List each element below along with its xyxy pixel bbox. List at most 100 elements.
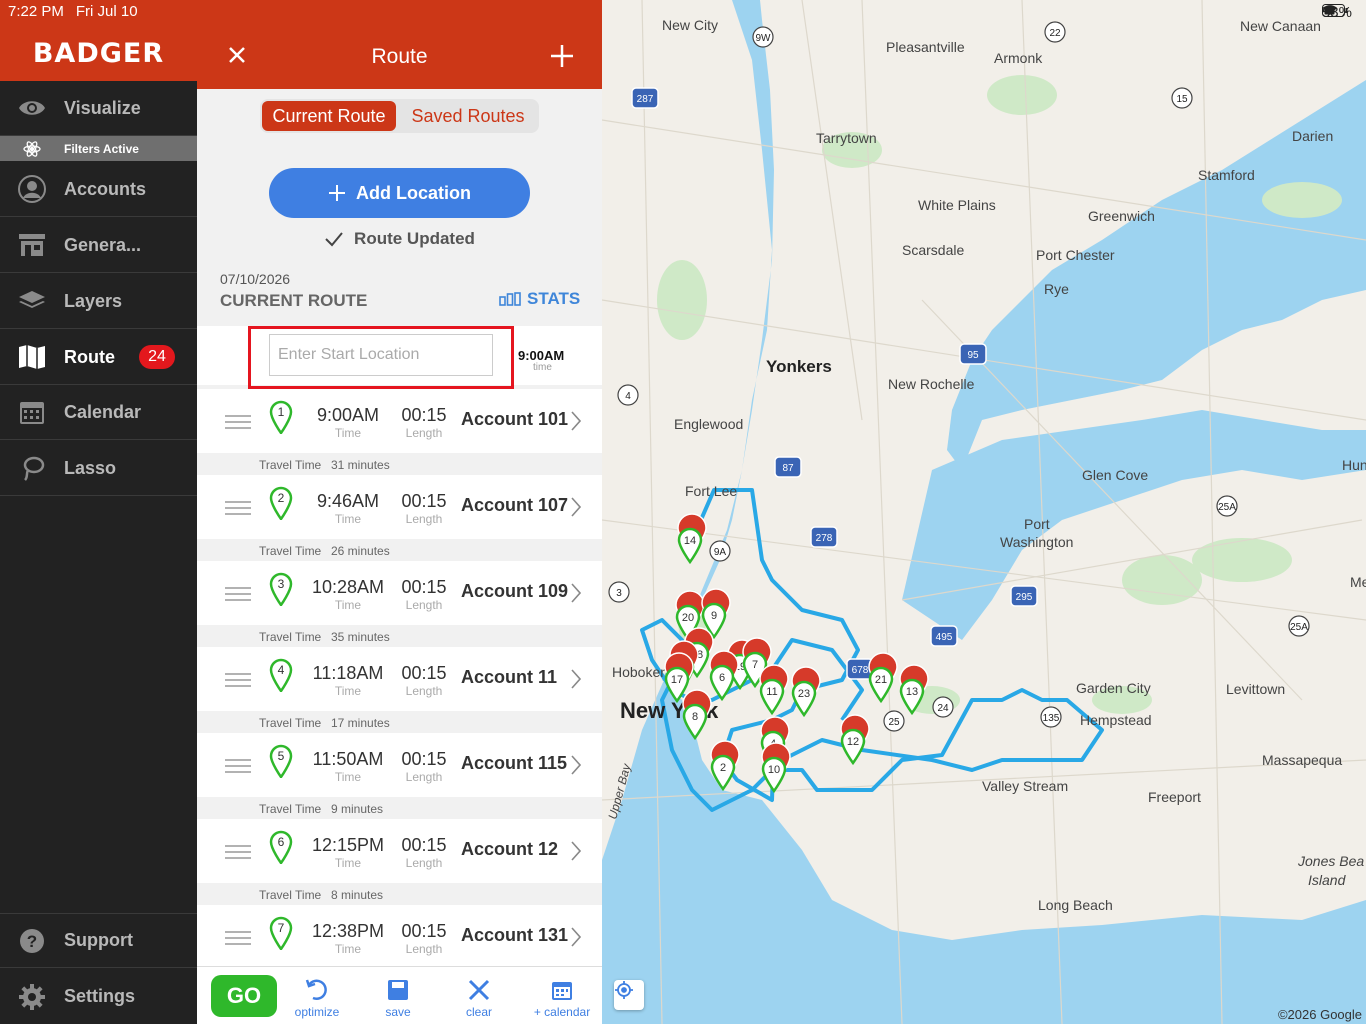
stop-time-label: Time — [334, 942, 362, 956]
drag-handle-icon[interactable] — [225, 931, 251, 950]
drag-handle-icon[interactable] — [225, 587, 251, 606]
map-place-label: Port Chester — [1036, 247, 1115, 263]
drag-handle-icon[interactable] — [225, 673, 251, 692]
atom-icon — [0, 140, 64, 158]
sidebar-item-route[interactable]: Route 24 — [0, 330, 197, 385]
stop-length: 00:15 — [401, 921, 447, 941]
save-button[interactable]: save — [363, 975, 433, 1019]
sidebar-item-layers[interactable]: Layers — [0, 274, 197, 329]
stop-time-label: Time — [334, 770, 362, 784]
route-stop-row[interactable]: 2 9:46AM Time 00:15 Length Account 107 — [197, 475, 602, 539]
route-stop-row[interactable]: 3 10:28AM Time 00:15 Length Account 109 — [197, 561, 602, 625]
stop-time-label: Time — [334, 684, 362, 698]
map-stop-marker[interactable]: 6 — [709, 650, 739, 702]
clear-button[interactable]: clear — [444, 975, 514, 1019]
drag-handle-icon[interactable] — [225, 501, 251, 520]
tab-current-route[interactable]: Current Route — [262, 101, 396, 131]
clear-icon — [444, 975, 514, 1005]
map-stop-marker[interactable]: 12 — [840, 714, 870, 766]
route-stop-row[interactable]: 4 11:18AM Time 00:15 Length Account 11 — [197, 647, 602, 711]
optimize-button[interactable]: optimize — [282, 975, 352, 1019]
stop-length-label: Length — [405, 942, 443, 956]
travel-time-value: 17 minutes — [331, 716, 390, 730]
sidebar-item-general[interactable]: Genera... — [0, 218, 197, 273]
chevron-right-icon[interactable] — [571, 841, 582, 866]
stop-pin-icon: 3 — [269, 572, 293, 611]
route-stop-row[interactable]: 6 12:15PM Time 00:15 Length Account 12 — [197, 819, 602, 883]
stop-time: 9:00AM — [316, 405, 380, 425]
stop-length: 00:15 — [401, 749, 447, 769]
route-stop-row[interactable]: 1 9:00AM Time 00:15 Length Account 101 — [197, 389, 602, 453]
map-place-label: Freeport — [1148, 789, 1201, 805]
map-canvas[interactable]: New City Pleasantville Armonk New Canaan Tar… — [602, 0, 1366, 1024]
map-place-label: Jones Bea — [1297, 853, 1364, 869]
map-stop-marker-number: 14 — [684, 535, 696, 547]
svg-text:?: ? — [27, 932, 37, 951]
add-location-button[interactable]: Add Location — [269, 168, 530, 218]
map-stop-marker-number: 7 — [752, 659, 758, 671]
stop-time: 9:46AM — [316, 491, 380, 511]
tab-saved-routes[interactable]: Saved Routes — [400, 101, 536, 131]
route-stop-row[interactable]: 5 11:50AM Time 00:15 Length Account 115 — [197, 733, 602, 797]
drag-handle-icon[interactable] — [225, 845, 251, 864]
highway-shield-number: 278 — [816, 533, 833, 544]
map-stop-marker[interactable]: 21 — [868, 652, 898, 704]
stop-time-label: Time — [334, 856, 362, 870]
map-stop-marker[interactable]: 10 — [761, 742, 791, 794]
sidebar-item-settings[interactable]: Settings — [0, 969, 197, 1024]
plus-icon[interactable] — [549, 43, 575, 74]
travel-time-value: 9 minutes — [331, 802, 384, 816]
map-stop-marker-number: 20 — [682, 612, 694, 624]
chevron-right-icon[interactable] — [571, 497, 582, 522]
sidebar-item-calendar[interactable]: Calendar — [0, 385, 197, 440]
map-stop-marker-number: 2 — [720, 762, 726, 774]
start-time[interactable]: 9:00AM — [518, 348, 564, 363]
add-to-calendar-button[interactable]: + calendar — [521, 975, 602, 1019]
chevron-right-icon[interactable] — [571, 755, 582, 780]
stop-pin-icon: 1 — [269, 400, 293, 439]
checkmark-icon — [325, 232, 343, 247]
travel-time-label: Travel Time — [259, 802, 322, 816]
route-panel: Route Current Route Saved Routes Add Loc… — [197, 0, 602, 1024]
highway-shield: 3 — [608, 581, 630, 603]
map-stop-marker[interactable]: 11 — [759, 664, 789, 716]
sidebar-item-lasso[interactable]: Lasso — [0, 441, 197, 496]
chevron-right-icon[interactable] — [571, 927, 582, 952]
plus-icon — [329, 185, 345, 201]
locate-me-button[interactable] — [614, 980, 644, 1010]
route-map[interactable]: New City Pleasantville Armonk New Canaan Tar… — [602, 0, 1366, 1024]
highway-shield-number: 135 — [1043, 713, 1060, 724]
travel-time-label: Travel Time — [259, 888, 322, 902]
stop-length-label: Length — [405, 684, 443, 698]
stats-button[interactable]: STATS — [499, 289, 580, 309]
layers-icon — [0, 290, 64, 312]
map-place-label: Me — [1350, 574, 1366, 590]
filters-active-indicator[interactable]: Filters Active — [0, 136, 197, 161]
highway-shield-number: 9A — [714, 547, 727, 558]
sidebar-item-support[interactable]: ? Support — [0, 913, 197, 968]
map-stop-marker[interactable]: 23 — [791, 666, 821, 718]
chevron-right-icon[interactable] — [571, 583, 582, 608]
stats-label: STATS — [527, 289, 581, 308]
stop-number: 7 — [278, 921, 285, 935]
highway-shield: 25A — [1288, 615, 1310, 637]
stop-length: 00:15 — [401, 491, 447, 511]
current-route-heading: CURRENT ROUTE — [220, 291, 368, 310]
map-place-label: Scarsdale — [902, 242, 964, 258]
map-stop-marker-number: 17 — [671, 674, 683, 686]
status-bar-right: 53% — [1321, 4, 1352, 21]
go-button[interactable]: GO — [211, 975, 277, 1017]
map-place-label: Hoboken — [612, 664, 668, 680]
chevron-right-icon[interactable] — [571, 669, 582, 694]
map-stop-marker[interactable]: 14 — [677, 513, 707, 565]
map-place-label: Garden City — [1076, 680, 1151, 696]
stop-number: 4 — [278, 663, 285, 677]
sidebar-item-accounts[interactable]: Accounts — [0, 162, 197, 217]
drag-handle-icon[interactable] — [225, 415, 251, 434]
sidebar-item-visualize[interactable]: Visualize — [0, 81, 197, 136]
chevron-right-icon[interactable] — [571, 411, 582, 436]
route-stop-row[interactable]: 7 12:38PM Time 00:15 Length Account 131 — [197, 905, 602, 969]
travel-time-label: Travel Time — [259, 458, 322, 472]
drag-handle-icon[interactable] — [225, 759, 251, 778]
highway-shield: 87 — [774, 456, 802, 478]
